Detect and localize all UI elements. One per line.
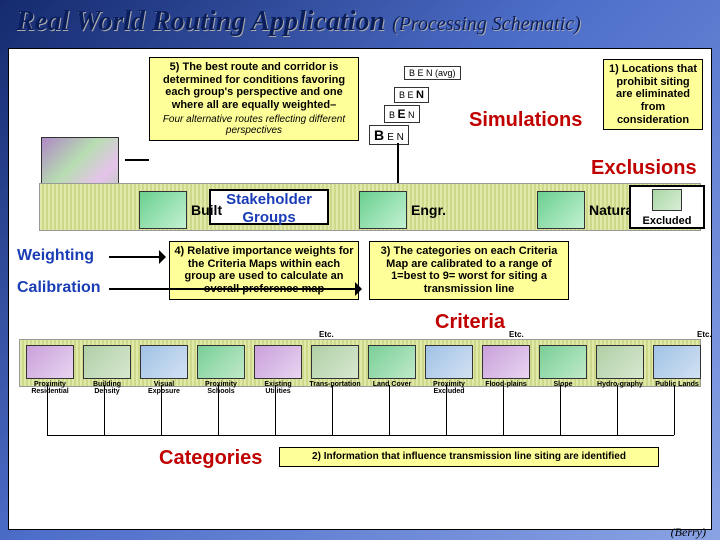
category-6: Land Cover [365,345,419,388]
credit: (Berry) [671,525,706,540]
group-built: Built [139,191,222,229]
category-5: Trans-portation [308,345,362,388]
label-calibration: Calibration [17,279,101,297]
sim-ben-avg: B E N (avg) [404,66,461,80]
step-1-box: 1) Locations that prohibit siting are el… [603,59,703,130]
vline-10 [617,385,618,435]
group-excluded: Excluded [629,185,705,229]
category-8: Flood-plains [479,345,533,388]
category-1: Building Density [80,345,134,395]
group-natural: Natural [537,191,637,229]
arrow-weighting [109,256,163,258]
vline-1 [104,385,105,435]
category-4: Existing Utilities [251,345,305,395]
vline-6 [389,385,390,435]
step-4-box: 4) Relative importance weights for the C… [169,241,359,300]
etc-2: Etc. [509,330,524,339]
arrow-calibration-head [355,282,369,296]
vline-5 [332,385,333,435]
step-3-box: 3) The categories on each Criteria Map a… [369,241,569,300]
group-engr: Engr. [359,191,446,229]
vline-8 [503,385,504,435]
schematic-panel: 5) The best route and corridor is determ… [8,48,712,530]
page-title: Real World Routing Application (Processi… [16,6,581,38]
vline-7 [446,385,447,435]
collector-line [47,435,674,436]
category-10: Hydro-graphy [593,345,647,388]
label-simulations: Simulations [469,109,582,132]
etc-1: Etc. [319,330,334,339]
vline-11 [674,385,675,435]
step-2-box: 2) Information that influence transmissi… [279,447,659,467]
conn-map [125,159,149,161]
label-categories: Categories [159,447,262,470]
label-weighting: Weighting [17,247,94,265]
vline-4 [275,385,276,435]
label-criteria: Criteria [435,311,505,334]
arrow-weighting-head [159,250,173,264]
vline-2 [161,385,162,435]
sim-ben-3: B E N [384,105,420,123]
vline-9 [560,385,561,435]
category-0: Proximity Residential [23,345,77,395]
step-5-box: 5) The best route and corridor is determ… [149,57,359,141]
etc-3: Etc. [697,330,712,339]
category-3: Proximity Schools [194,345,248,395]
arrow-calibration [109,288,359,290]
vline-3 [218,385,219,435]
category-9: Slope [536,345,590,388]
category-7: Proximity Excluded [422,345,476,395]
label-exclusions: Exclusions [591,157,697,180]
conn-sim [397,143,399,183]
sim-ben-4: B E N [369,125,409,145]
category-2: Visual Exposure [137,345,191,395]
sim-ben-2: B E N [394,87,429,103]
stakeholder-groups-box: Stakeholder Groups [209,189,329,225]
category-11: Public Lands [650,345,704,388]
vline-0 [47,385,48,435]
